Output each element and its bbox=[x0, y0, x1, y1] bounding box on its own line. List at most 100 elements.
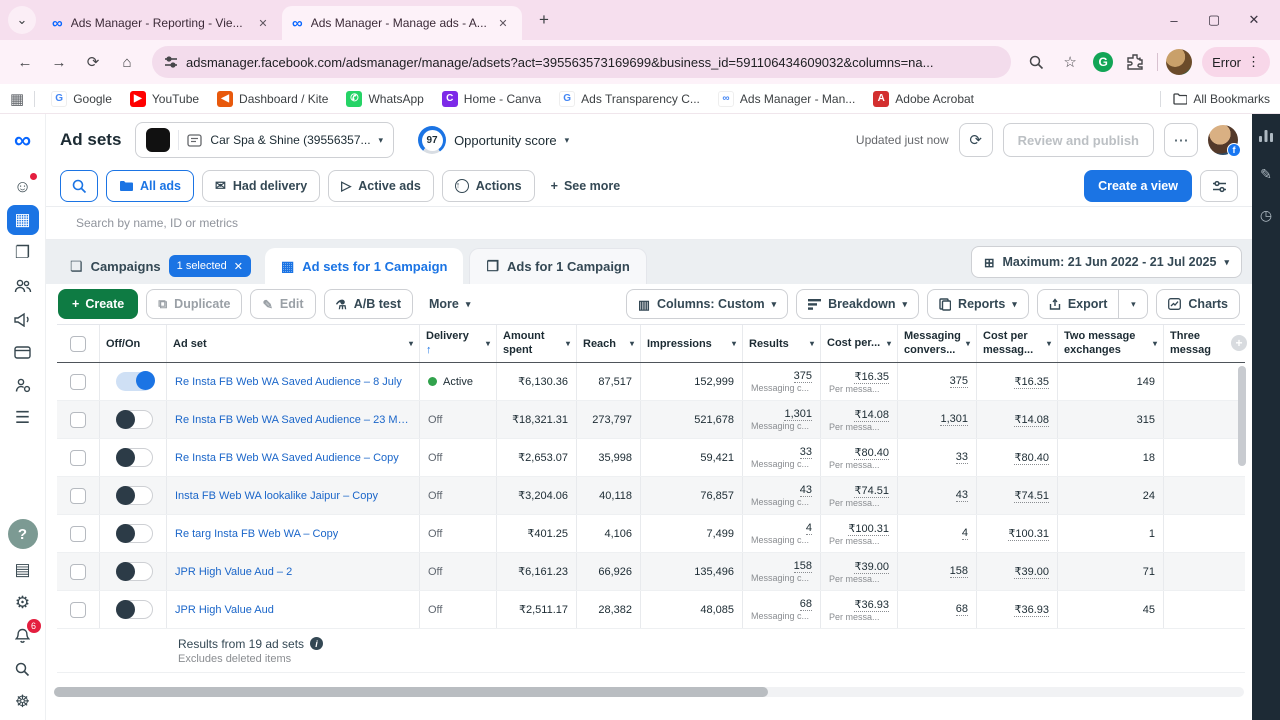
tab-close-icon[interactable]: ✕ bbox=[254, 14, 272, 32]
filter-chip-had-delivery[interactable]: ✉ Had delivery bbox=[202, 170, 320, 202]
breakdown-button[interactable]: Breakdown ▾ bbox=[796, 289, 919, 319]
business-notebook-icon[interactable]: ▤ bbox=[7, 555, 39, 585]
row-checkbox[interactable] bbox=[70, 412, 86, 428]
columns-button[interactable]: ▥ Columns: Custom ▾ bbox=[626, 289, 788, 319]
duplicate-button[interactable]: ⧉ Duplicate bbox=[146, 289, 242, 319]
notifications-bell-icon[interactable]: 6 bbox=[7, 621, 39, 651]
ab-test-button[interactable]: ⚗ A/B test bbox=[324, 289, 413, 319]
tab-campaigns[interactable]: ❏ Campaigns 1 selected ✕ bbox=[56, 248, 265, 284]
row-checkbox[interactable] bbox=[70, 450, 86, 466]
row-checkbox[interactable] bbox=[70, 564, 86, 580]
create-button[interactable]: + Create bbox=[58, 289, 138, 319]
browser-profile-avatar[interactable] bbox=[1166, 49, 1192, 75]
tab-search-button[interactable]: ⌄ bbox=[8, 6, 36, 34]
clear-selection-icon[interactable]: ✕ bbox=[234, 260, 243, 273]
meta-logo[interactable]: ∞ bbox=[7, 126, 39, 156]
select-all-checkbox[interactable] bbox=[70, 336, 86, 352]
user-avatar[interactable]: f bbox=[1208, 125, 1238, 155]
reports-button[interactable]: Reports ▾ bbox=[927, 289, 1029, 319]
bookmark-item[interactable]: C Home - Canva bbox=[434, 88, 549, 110]
ad-set-toggle[interactable] bbox=[116, 600, 153, 619]
ad-set-link[interactable]: JPR High Value Aud bbox=[175, 604, 274, 616]
ad-set-toggle[interactable] bbox=[116, 524, 153, 543]
search-input[interactable] bbox=[76, 216, 676, 230]
col-cost-per[interactable]: Cost per...▾ bbox=[821, 325, 898, 362]
more-button[interactable]: More ▾ bbox=[421, 289, 478, 319]
edit-button[interactable]: ✎ Edit bbox=[250, 289, 315, 319]
vertical-scrollbar[interactable] bbox=[1238, 366, 1246, 466]
bookmark-star-icon[interactable]: ☆ bbox=[1055, 47, 1085, 77]
close-button[interactable]: ✕ bbox=[1234, 0, 1274, 40]
row-checkbox[interactable] bbox=[70, 526, 86, 542]
forward-button[interactable]: → bbox=[44, 47, 74, 77]
add-column-icon[interactable]: + bbox=[1231, 335, 1247, 351]
row-checkbox[interactable] bbox=[70, 602, 86, 618]
ad-set-link[interactable]: Re Insta FB Web WA Saved Audience – Copy bbox=[175, 452, 399, 464]
refresh-button[interactable]: ⟳ bbox=[959, 123, 993, 157]
account-settings-icon[interactable] bbox=[7, 370, 39, 400]
ad-set-toggle[interactable] bbox=[116, 486, 153, 505]
filter-chip-all-ads[interactable]: All ads bbox=[106, 170, 194, 202]
col-results[interactable]: Results▾ bbox=[743, 325, 821, 362]
info-icon[interactable]: i bbox=[310, 637, 323, 650]
export-button[interactable]: Export bbox=[1037, 289, 1119, 319]
campaigns-nav-icon[interactable]: ▦ bbox=[7, 205, 39, 235]
row-checkbox[interactable] bbox=[70, 488, 86, 504]
minimize-button[interactable]: – bbox=[1154, 0, 1194, 40]
col-off-on[interactable]: Off/On bbox=[100, 325, 167, 362]
create-a-view-button[interactable]: Create a view bbox=[1084, 170, 1192, 202]
bookmark-item[interactable]: G Ads Transparency C... bbox=[551, 88, 708, 110]
ad-set-toggle[interactable] bbox=[116, 562, 153, 581]
search-filter-button[interactable] bbox=[60, 170, 98, 202]
audiences-icon[interactable] bbox=[7, 271, 39, 301]
more-options-button[interactable]: ⋯ bbox=[1164, 123, 1198, 157]
col-reach[interactable]: Reach▾ bbox=[577, 325, 641, 362]
tab-ad-sets[interactable]: ▦ Ad sets for 1 Campaign bbox=[265, 248, 463, 284]
date-range-selector[interactable]: ⊞ Maximum: 21 Jun 2022 - 21 Jul 2025 ▾ bbox=[971, 246, 1242, 278]
selected-badge[interactable]: 1 selected ✕ bbox=[169, 255, 251, 277]
apps-grid-icon[interactable]: ▦ bbox=[10, 90, 24, 108]
browser-menu-error-button[interactable]: Error ⋮ bbox=[1202, 47, 1270, 77]
extensions-puzzle-icon[interactable] bbox=[1121, 48, 1149, 76]
filter-chip-active-ads[interactable]: ▷ Active ads bbox=[328, 170, 434, 202]
grammarly-extension-icon[interactable]: G bbox=[1089, 48, 1117, 76]
col-ad-set[interactable]: Ad set▾ bbox=[167, 325, 420, 362]
account-overview-icon[interactable]: ☺ bbox=[7, 172, 39, 202]
address-bar[interactable]: adsmanager.facebook.com/adsmanager/manag… bbox=[152, 46, 1011, 78]
all-tools-menu-icon[interactable]: ☰ bbox=[7, 403, 39, 433]
col-amount-spent[interactable]: Amount spent▾ bbox=[497, 325, 577, 362]
bookmark-item[interactable]: ✆ WhatsApp bbox=[338, 88, 431, 110]
all-bookmarks-button[interactable]: All Bookmarks bbox=[1154, 91, 1270, 107]
ad-preferences-icon[interactable]: ☸ bbox=[7, 687, 39, 717]
settings-gear-icon[interactable]: ⚙ bbox=[7, 588, 39, 618]
review-and-publish-button[interactable]: Review and publish bbox=[1003, 123, 1154, 157]
browser-tab-active[interactable]: ∞ Ads Manager - Manage ads - A... ✕ bbox=[282, 6, 522, 40]
col-three-message[interactable]: Three messag+ bbox=[1164, 325, 1245, 362]
sort-menu-icon[interactable]: ▾ bbox=[409, 339, 413, 348]
see-more-button[interactable]: + See more bbox=[543, 179, 629, 193]
pages-icon[interactable]: ❐ bbox=[7, 238, 39, 268]
ad-set-toggle[interactable] bbox=[116, 372, 153, 391]
ad-set-link[interactable]: Insta FB Web WA lookalike Jaipur – Copy bbox=[175, 490, 378, 502]
back-button[interactable]: ← bbox=[10, 47, 40, 77]
ad-set-link[interactable]: Re Insta FB Web WA Saved Audience – 8 Ju… bbox=[175, 376, 402, 388]
performance-chart-icon[interactable] bbox=[1259, 130, 1273, 142]
ad-set-link[interactable]: Re targ Insta FB Web WA – Copy bbox=[175, 528, 338, 540]
maximize-button[interactable]: ▢ bbox=[1194, 0, 1234, 40]
ad-set-toggle[interactable] bbox=[116, 410, 153, 429]
horizontal-scrollbar-track[interactable] bbox=[54, 687, 1244, 697]
site-info-icon[interactable] bbox=[164, 55, 178, 69]
search-nav-icon[interactable] bbox=[7, 654, 39, 684]
ad-account-selector[interactable]: Car Spa & Shine (39556357... ▾ bbox=[135, 122, 394, 158]
reload-button[interactable]: ⟳ bbox=[78, 47, 108, 77]
home-button[interactable]: ⌂ bbox=[112, 47, 142, 77]
ad-set-toggle[interactable] bbox=[116, 448, 153, 467]
billing-icon[interactable] bbox=[7, 337, 39, 367]
col-impressions[interactable]: Impressions▾ bbox=[641, 325, 743, 362]
horizontal-scrollbar-thumb[interactable] bbox=[54, 687, 768, 697]
edit-pencil-icon[interactable]: ✎ bbox=[1260, 166, 1272, 183]
tab-ads[interactable]: ❐ Ads for 1 Campaign bbox=[469, 248, 646, 284]
filter-chip-actions[interactable]: ↑ Actions bbox=[442, 170, 535, 202]
filter-settings-icon[interactable] bbox=[1200, 170, 1238, 202]
bookmark-item[interactable]: ◀ Dashboard / Kite bbox=[209, 88, 336, 110]
